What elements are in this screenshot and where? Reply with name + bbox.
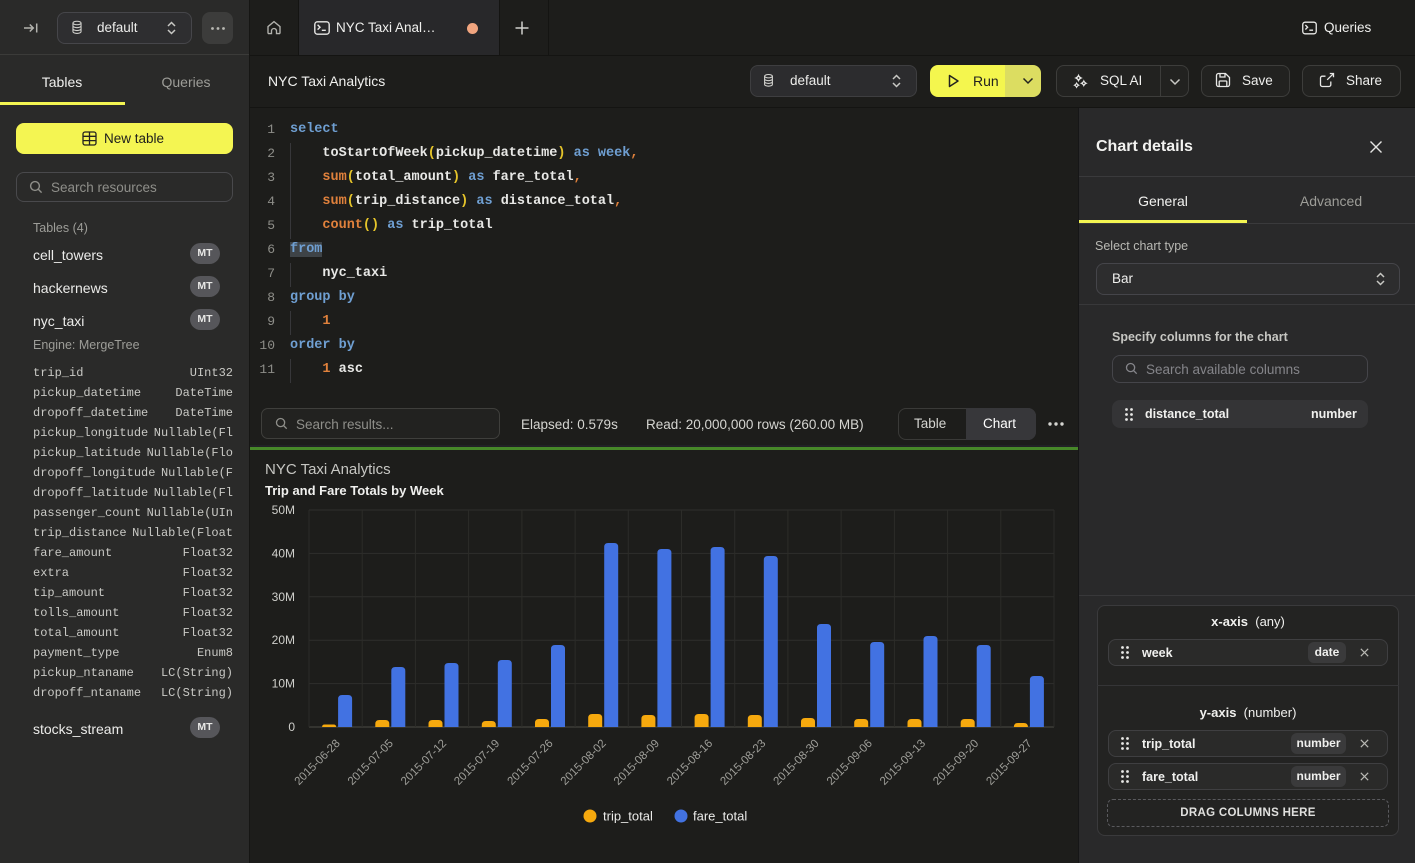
svg-text:50M: 50M [272,503,295,517]
svg-text:2015-09-20: 2015-09-20 [931,738,981,788]
svg-text:2015-07-19: 2015-07-19 [452,738,502,788]
svg-text:0: 0 [288,720,295,734]
svg-text:10M: 10M [272,677,295,691]
svg-text:40M: 40M [272,546,295,560]
svg-text:2015-08-09: 2015-08-09 [612,738,662,788]
svg-text:fare_total: fare_total [693,809,747,824]
svg-text:2015-09-13: 2015-09-13 [878,738,928,788]
svg-text:2015-09-27: 2015-09-27 [984,738,1034,788]
svg-text:2015-07-05: 2015-07-05 [346,738,396,788]
svg-text:30M: 30M [272,590,295,604]
svg-text:2015-08-02: 2015-08-02 [559,738,609,788]
svg-text:2015-08-30: 2015-08-30 [772,738,822,788]
svg-text:2015-06-28: 2015-06-28 [293,738,343,788]
svg-text:2015-09-06: 2015-09-06 [825,738,875,788]
svg-text:2015-07-26: 2015-07-26 [506,738,556,788]
svg-text:2015-08-16: 2015-08-16 [665,738,715,788]
svg-text:2015-07-12: 2015-07-12 [399,738,449,788]
svg-text:20M: 20M [272,633,295,647]
svg-text:trip_total: trip_total [603,809,653,824]
svg-text:2015-08-23: 2015-08-23 [718,738,768,788]
